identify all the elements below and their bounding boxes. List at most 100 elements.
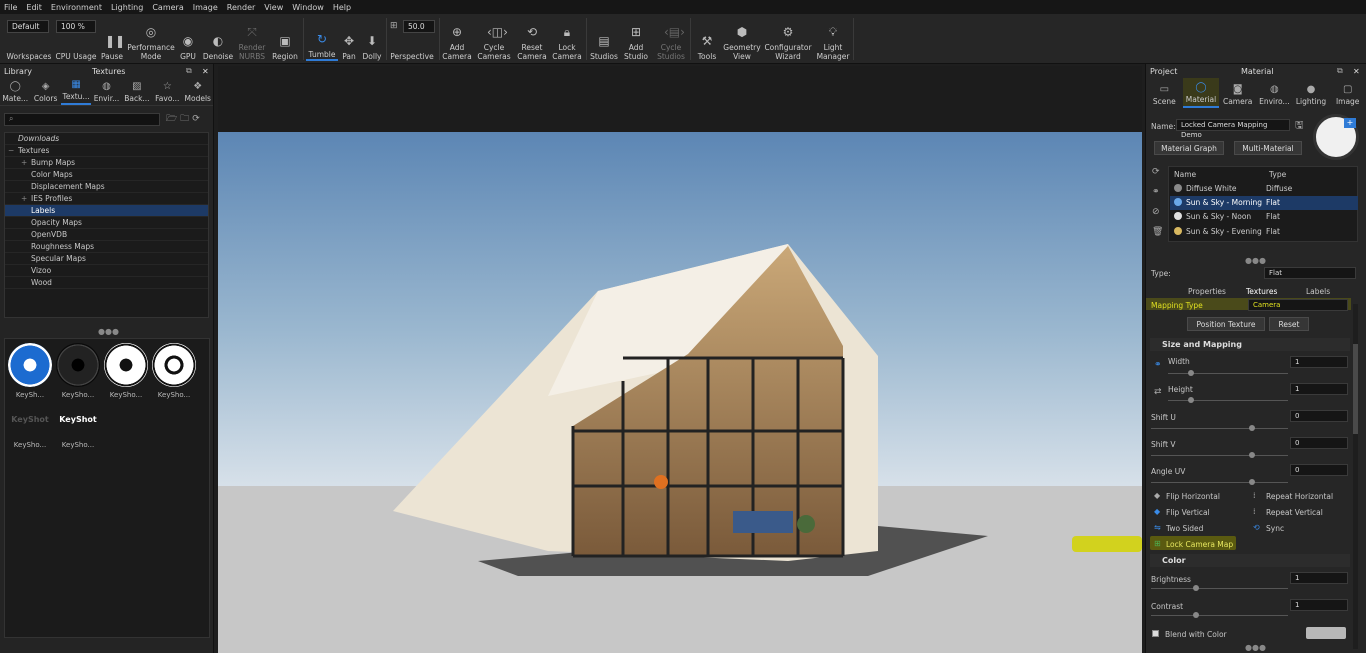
tab-backplates[interactable]: ▨ Back... xyxy=(122,78,152,105)
pan-button[interactable]: ✥ Pan xyxy=(339,17,359,61)
thumb-item[interactable]: KeySho... xyxy=(55,343,101,399)
tree-item-color-maps[interactable]: Color Maps xyxy=(5,169,208,181)
geometry-view-button[interactable]: ⬢ Geometry View xyxy=(723,17,761,61)
refresh-icon[interactable]: ⟳ xyxy=(1152,167,1160,177)
tools-button[interactable]: ⚒ Tools xyxy=(694,17,720,61)
shift-v-field[interactable]: 0 xyxy=(1290,437,1348,449)
thumb-item[interactable]: KeyShot KeySho... xyxy=(55,415,101,449)
menu-image[interactable]: Image xyxy=(193,3,218,12)
close-icon[interactable]: ✕ xyxy=(202,67,209,76)
width-slider[interactable] xyxy=(1168,370,1288,376)
region-button[interactable]: ▣ Region xyxy=(270,17,300,61)
blend-with-color-checkbox[interactable] xyxy=(1152,630,1159,637)
brightness-field[interactable]: 1 xyxy=(1290,572,1348,584)
save-icon[interactable]: 🖫︎ xyxy=(1295,118,1304,135)
tab-models[interactable]: ❖ Models xyxy=(183,78,213,105)
slider-knob[interactable] xyxy=(1249,452,1255,458)
repeat-horizontal-label[interactable]: Repeat Horizontal xyxy=(1266,492,1333,501)
render-viewport[interactable] xyxy=(218,66,1142,653)
render-nurbs-button[interactable]: ⤧ Render NURBS xyxy=(236,17,268,61)
shift-u-slider[interactable] xyxy=(1151,425,1288,431)
reset-camera-button[interactable]: ⟲ Reset Camera xyxy=(516,17,548,61)
cycle-studios-button[interactable]: ‹▤› Cycle Studios xyxy=(655,17,687,61)
add-studio-button[interactable]: ⊞ Add Studio xyxy=(622,17,650,61)
configurator-wizard-button[interactable]: ⚙ Configurator Wizard xyxy=(764,17,812,61)
material-row[interactable]: Diffuse White Diffuse xyxy=(1170,182,1358,196)
blend-color-swatch[interactable] xyxy=(1306,627,1346,639)
workspaces-button[interactable]: Workspaces xyxy=(6,17,52,61)
tree-item-textures[interactable]: − Textures xyxy=(5,145,208,157)
tab-camera[interactable]: ◙ Camera xyxy=(1219,78,1256,108)
tab-materials[interactable]: ◯ Mate... xyxy=(0,78,30,105)
properties-scrollbar[interactable] xyxy=(1353,304,1358,649)
slider-knob[interactable] xyxy=(1249,479,1255,485)
link-icon[interactable]: ⚭ xyxy=(1154,360,1162,370)
splitter-handle[interactable]: ●●● xyxy=(98,327,119,336)
subtab-textures[interactable]: Textures xyxy=(1246,287,1277,296)
cpu-usage-button[interactable]: CPU Usage xyxy=(54,17,98,61)
library-search-input[interactable] xyxy=(4,112,160,126)
slider-knob[interactable] xyxy=(1249,425,1255,431)
angle-uv-field[interactable]: 0 xyxy=(1290,464,1348,476)
brightness-slider[interactable] xyxy=(1151,585,1288,591)
lock-camera-map-icon[interactable]: ⊞ xyxy=(1154,539,1161,548)
two-sided-icon[interactable]: ⇋ xyxy=(1154,523,1161,532)
tree-item-specular-maps[interactable]: Specular Maps xyxy=(5,253,208,265)
repeat-vertical-label[interactable]: Repeat Vertical xyxy=(1266,508,1323,517)
collapse-icon[interactable]: − xyxy=(8,145,14,157)
contrast-field[interactable]: 1 xyxy=(1290,599,1348,611)
menu-render[interactable]: Render xyxy=(227,3,255,12)
two-sided-label[interactable]: Two Sided xyxy=(1166,524,1203,533)
shift-u-field[interactable]: 0 xyxy=(1290,410,1348,422)
denoise-button[interactable]: ◐ Denoise xyxy=(202,17,234,61)
trash-icon[interactable]: 🗑︎ xyxy=(1152,227,1163,237)
dolly-button[interactable]: ⬇ Dolly xyxy=(360,17,384,61)
slider-knob[interactable] xyxy=(1188,370,1194,376)
tree-item-vizoo[interactable]: Vizoo xyxy=(5,265,208,277)
unlink-icon[interactable]: ⊘ xyxy=(1152,207,1160,217)
material-name-field[interactable]: Locked Camera Mapping Demo xyxy=(1176,119,1290,139)
flip-vertical-label[interactable]: Flip Vertical xyxy=(1166,508,1210,517)
swap-icon[interactable]: ⇄ xyxy=(1154,387,1162,397)
mapping-type-select[interactable]: Camera xyxy=(1248,299,1348,311)
flip-horizontal-label[interactable]: Flip Horizontal xyxy=(1166,492,1220,501)
splitter-handle[interactable]: ●●● xyxy=(1245,643,1266,652)
tree-item-labels[interactable]: Labels xyxy=(5,205,208,217)
add-camera-button[interactable]: ⊕ Add Camera xyxy=(442,17,472,61)
menu-view[interactable]: View xyxy=(264,3,283,12)
gpu-button[interactable]: ◉ GPU xyxy=(177,17,199,61)
slider-knob[interactable] xyxy=(1193,612,1199,618)
tab-material[interactable]: ◯ Material xyxy=(1182,78,1220,108)
tab-favorites[interactable]: ☆ Favo... xyxy=(152,78,182,105)
material-graph-button[interactable]: Material Graph xyxy=(1154,141,1224,155)
type-select[interactable]: Flat xyxy=(1264,267,1356,279)
menu-camera[interactable]: Camera xyxy=(152,3,183,12)
height-slider[interactable] xyxy=(1168,397,1288,403)
lock-camera-map-label[interactable]: Lock Camera Map xyxy=(1166,540,1233,549)
splitter-handle[interactable]: ●●● xyxy=(1245,256,1266,265)
slider-knob[interactable] xyxy=(1188,397,1194,403)
material-row[interactable]: Sun & Sky - Evening Flat xyxy=(1170,225,1358,239)
refresh-icon[interactable]: ⟳ xyxy=(192,114,200,124)
undock-icon[interactable]: ⧉ xyxy=(186,66,192,76)
tab-environment[interactable]: ◍ Enviro... xyxy=(1256,78,1293,108)
material-row[interactable]: Sun & Sky - Morning Flat xyxy=(1170,196,1358,210)
expand-icon[interactable]: + xyxy=(21,157,27,169)
slider-knob[interactable] xyxy=(1193,585,1199,591)
thumb-item[interactable]: KeySh... xyxy=(7,343,53,399)
lock-camera-button[interactable]: 🔒︎ Lock Camera xyxy=(551,17,583,61)
perspective-button[interactable]: Perspective xyxy=(388,17,436,61)
tab-environments[interactable]: ◍ Envir... xyxy=(91,78,121,105)
thumb-item[interactable]: KeyShot KeySho... xyxy=(7,415,53,449)
height-field[interactable]: 1 xyxy=(1290,383,1348,395)
multi-material-button[interactable]: Multi-Material xyxy=(1234,141,1302,155)
tree-item-opacity-maps[interactable]: Opacity Maps xyxy=(5,217,208,229)
folder-open-icon[interactable]: 🗀︎ xyxy=(180,111,189,127)
repeat-vertical-icon[interactable]: ⁞ xyxy=(1253,507,1256,516)
shift-v-slider[interactable] xyxy=(1151,452,1288,458)
material-row[interactable]: Sun & Sky - Noon Flat xyxy=(1170,210,1358,224)
flip-vertical-icon[interactable]: ◆ xyxy=(1154,507,1160,516)
subtab-properties[interactable]: Properties xyxy=(1188,287,1226,296)
menu-window[interactable]: Window xyxy=(292,3,324,12)
thumb-item[interactable]: KeySho... xyxy=(151,343,197,399)
